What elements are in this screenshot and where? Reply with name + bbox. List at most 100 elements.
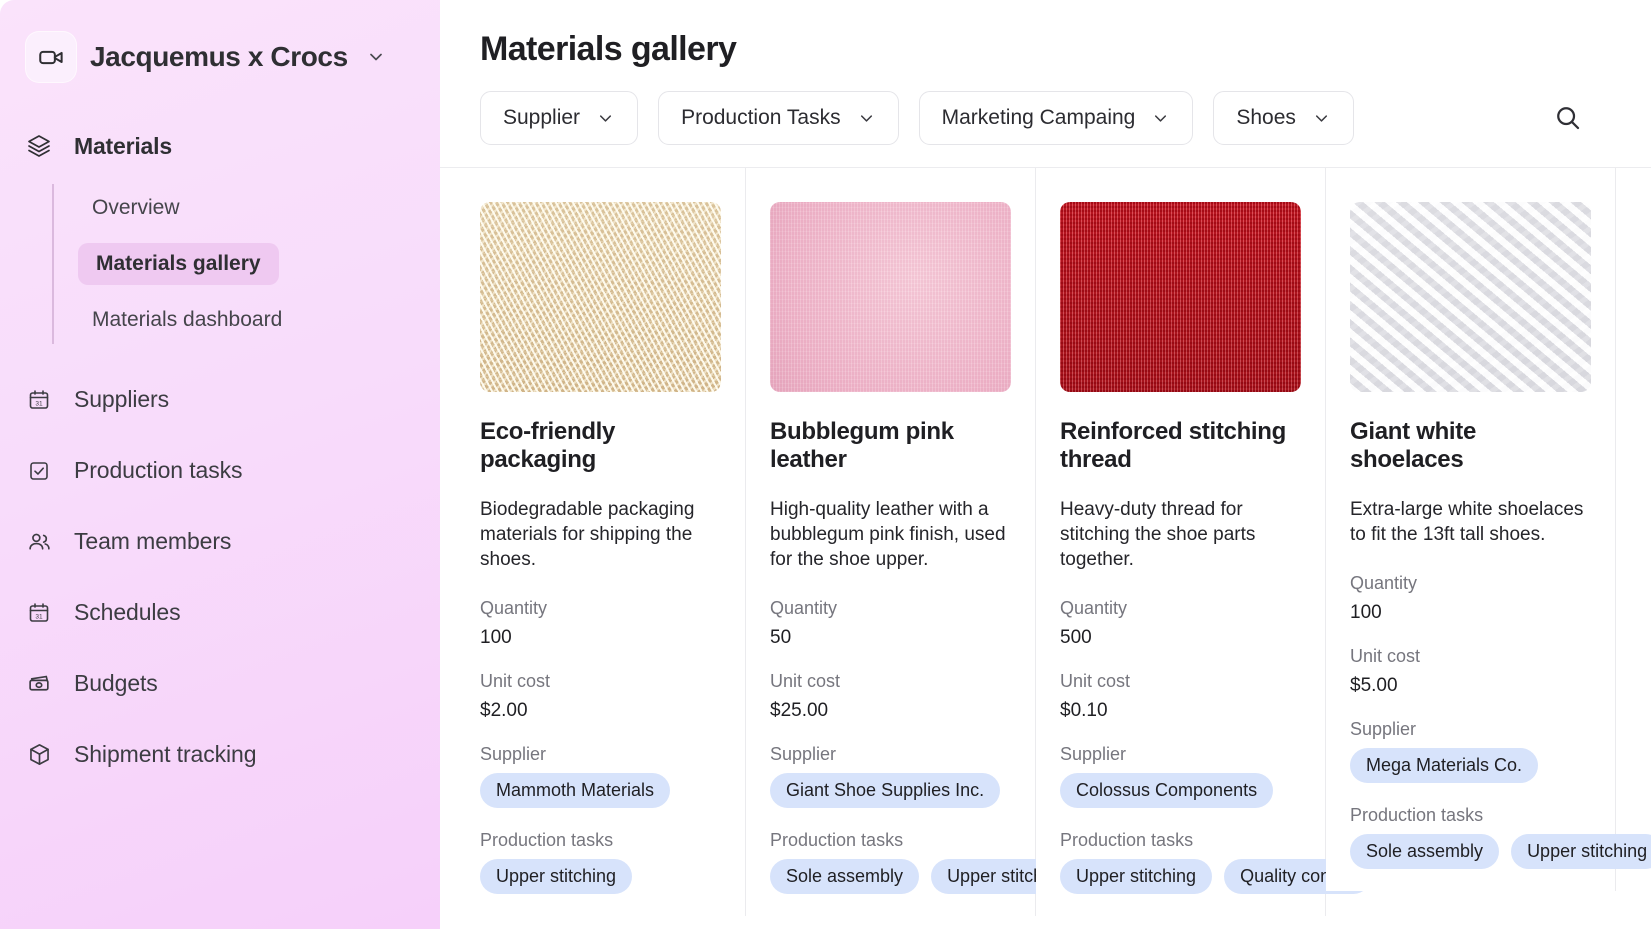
field-quantity: Quantity 500 bbox=[1060, 598, 1301, 649]
field-production-tasks: Production tasks Upper stitching Quality… bbox=[1060, 829, 1372, 894]
sidebar-item-label: Overview bbox=[92, 196, 180, 219]
sidebar-item-label: Budgets bbox=[74, 670, 158, 696]
field-unit-cost: Unit cost $25.00 bbox=[770, 671, 1011, 722]
task-tag[interactable]: Upper stitching bbox=[1511, 833, 1651, 869]
sidebar-item-schedules[interactable]: 31 Schedules bbox=[0, 577, 440, 648]
field-label: Quantity bbox=[480, 597, 548, 618]
package-icon bbox=[26, 742, 52, 768]
filter-supplier[interactable]: Supplier bbox=[480, 91, 639, 145]
field-label: Production tasks bbox=[1060, 829, 1194, 850]
app-root: Jacquemus x Crocs Materials Overview Mat… bbox=[0, 0, 1651, 929]
sidebar-nav: Materials Overview Materials gallery Mat… bbox=[0, 126, 440, 790]
workspace-name: Jacquemus x Crocs bbox=[90, 41, 348, 72]
field-value: $25.00 bbox=[770, 699, 829, 721]
field-production-tasks: Production tasks Upper stitching bbox=[480, 830, 721, 894]
task-tag[interactable]: Sole assembly bbox=[1350, 833, 1500, 869]
task-tag[interactable]: Sole assembly bbox=[770, 858, 920, 894]
field-value: 100 bbox=[480, 626, 512, 648]
sidebar-item-label: Shipment tracking bbox=[74, 741, 257, 767]
field-quantity: Quantity 100 bbox=[480, 598, 721, 649]
users-icon bbox=[26, 529, 52, 555]
field-label: Supplier bbox=[480, 743, 547, 764]
task-tags: Sole assembly Upper stitching bbox=[1350, 833, 1651, 869]
material-card[interactable]: Reinforced stitching thread Heavy-duty t… bbox=[1036, 168, 1372, 916]
field-unit-cost: Unit cost $0.10 bbox=[1060, 671, 1301, 722]
sidebar: Jacquemus x Crocs Materials Overview Mat… bbox=[0, 0, 440, 929]
sidebar-item-label: Materials gallery bbox=[78, 243, 279, 285]
supplier-tag[interactable]: Mammoth Materials bbox=[480, 772, 671, 808]
sidebar-group-label: Materials bbox=[74, 132, 172, 159]
supplier-tag[interactable]: Giant Shoe Supplies Inc. bbox=[770, 772, 1001, 808]
search-icon[interactable] bbox=[1545, 95, 1591, 141]
sidebar-item-overview[interactable]: Overview bbox=[54, 184, 440, 232]
material-image bbox=[1060, 202, 1301, 392]
workspace-switcher[interactable]: Jacquemus x Crocs bbox=[0, 28, 440, 86]
sidebar-item-materials-dashboard[interactable]: Materials dashboard bbox=[54, 296, 440, 344]
sidebar-item-budgets[interactable]: Budgets bbox=[0, 648, 440, 719]
field-production-tasks: Production tasks Sole assembly Upper sti… bbox=[1350, 804, 1651, 869]
field-label: Production tasks bbox=[1350, 804, 1484, 825]
page-title: Materials gallery bbox=[480, 30, 737, 68]
sidebar-item-team-members[interactable]: Team members bbox=[0, 506, 440, 577]
calendar-icon: 31 bbox=[26, 600, 52, 626]
field-supplier: Supplier Giant Shoe Supplies Inc. bbox=[770, 744, 1011, 808]
material-description: Heavy-duty thread for stitching the shoe… bbox=[1060, 498, 1256, 570]
material-card[interactable]: Bubblegum pink leather High-quality leat… bbox=[746, 168, 1084, 916]
supplier-tags: Mammoth Materials bbox=[480, 772, 721, 808]
svg-text:31: 31 bbox=[35, 613, 43, 620]
material-description: High-quality leather with a bubblegum pi… bbox=[770, 498, 1006, 570]
main-content: Materials gallery Supplier Production Ta… bbox=[440, 0, 1651, 929]
field-unit-cost: Unit cost $2.00 bbox=[480, 671, 721, 722]
field-label: Unit cost bbox=[1060, 670, 1131, 691]
field-label: Supplier bbox=[1060, 743, 1127, 764]
field-unit-cost: Unit cost $5.00 bbox=[1350, 646, 1591, 697]
task-tag[interactable]: Upper stitching bbox=[1060, 858, 1213, 894]
field-supplier: Supplier Mammoth Materials bbox=[480, 744, 721, 808]
task-tags: Upper stitching Quality control bbox=[1060, 858, 1372, 894]
filter-marketing-campaign[interactable]: Marketing Campaing bbox=[918, 91, 1194, 145]
task-tags: Upper stitching bbox=[480, 858, 721, 894]
chevron-down-icon[interactable] bbox=[366, 47, 386, 67]
material-title: Giant white shoelaces bbox=[1350, 418, 1477, 474]
field-supplier: Supplier Mega Materials Co. bbox=[1350, 719, 1591, 783]
field-quantity: Quantity 100 bbox=[1350, 573, 1591, 624]
filter-production-tasks[interactable]: Production Tasks bbox=[658, 91, 899, 145]
sidebar-item-label: Materials dashboard bbox=[92, 308, 283, 331]
material-card[interactable]: Eco-friendly packaging Biodegradable pac… bbox=[456, 168, 746, 916]
field-value: $5.00 bbox=[1350, 674, 1398, 696]
chevron-down-icon bbox=[1312, 109, 1331, 128]
layers-icon bbox=[26, 133, 52, 159]
sidebar-item-production-tasks[interactable]: Production tasks bbox=[0, 435, 440, 506]
task-tag[interactable]: Upper stitching bbox=[480, 858, 633, 894]
field-label: Quantity bbox=[1350, 572, 1418, 593]
field-quantity: Quantity 50 bbox=[770, 598, 1011, 649]
chevron-down-icon bbox=[596, 109, 615, 128]
supplier-tag[interactable]: Mega Materials Co. bbox=[1350, 747, 1539, 783]
supplier-tags: Mega Materials Co. bbox=[1350, 747, 1591, 783]
field-value: 500 bbox=[1060, 626, 1092, 648]
chevron-down-icon bbox=[1151, 109, 1170, 128]
filter-label: Marketing Campaing bbox=[941, 106, 1136, 129]
supplier-tag[interactable]: Colossus Components bbox=[1060, 772, 1274, 808]
field-label: Production tasks bbox=[480, 829, 614, 850]
filter-shoes[interactable]: Shoes bbox=[1213, 91, 1354, 145]
supplier-tags: Giant Shoe Supplies Inc. bbox=[770, 772, 1011, 808]
sidebar-item-suppliers[interactable]: 31 Suppliers bbox=[0, 364, 440, 435]
sidebar-item-shipment-tracking[interactable]: Shipment tracking bbox=[0, 719, 440, 790]
material-description: Extra-large white shoelaces to fit the 1… bbox=[1350, 498, 1584, 545]
field-label: Unit cost bbox=[1350, 645, 1421, 666]
sidebar-item-materials-gallery[interactable]: Materials gallery bbox=[54, 240, 440, 288]
materials-card-list[interactable]: Eco-friendly packaging Biodegradable pac… bbox=[440, 168, 1651, 929]
material-image bbox=[770, 202, 1011, 392]
material-title: Bubblegum pink leather bbox=[770, 418, 954, 474]
filter-label: Production Tasks bbox=[681, 106, 841, 129]
sidebar-group-materials[interactable]: Materials bbox=[0, 126, 440, 166]
material-title: Reinforced stitching thread bbox=[1060, 418, 1287, 474]
sidebar-item-label: Suppliers bbox=[74, 386, 169, 412]
sidebar-item-label: Schedules bbox=[74, 599, 181, 625]
field-value: 50 bbox=[770, 626, 792, 648]
material-card[interactable]: Giant white shoelaces Extra-large white … bbox=[1326, 168, 1651, 891]
field-label: Production tasks bbox=[770, 829, 904, 850]
svg-text:31: 31 bbox=[35, 400, 43, 407]
field-label: Supplier bbox=[770, 743, 837, 764]
